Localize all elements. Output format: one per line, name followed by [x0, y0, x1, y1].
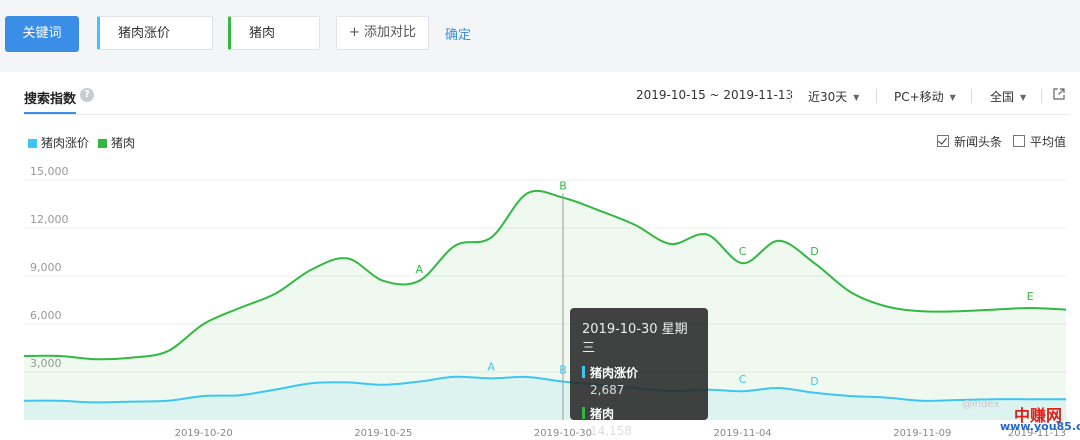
annotation-label: D [810, 375, 818, 388]
chart-tooltip: 2019-10-30 星期三 猪肉涨价 2,687 猪肉 14,158 [570, 308, 708, 438]
search-index-chart[interactable]: 3,0006,0009,00012,00015,000 ABCDEABCD 20… [0, 72, 1080, 440]
x-tick-label: 2019-11-09 [893, 428, 951, 439]
tooltip-swatch [582, 366, 585, 378]
x-tick-label: 2019-10-25 [354, 428, 412, 439]
tooltip-date: 2019-10-30 星期三 [582, 322, 688, 356]
annotation-label: A [415, 263, 423, 276]
index-watermark: @index [962, 399, 1000, 410]
tooltip-swatch [582, 407, 585, 419]
add-compare-button[interactable]: + 添加对比 [336, 16, 429, 50]
tooltip-series-value: 2,687 [590, 383, 625, 397]
site-url-watermark: www.you85.com [1000, 420, 1080, 433]
confirm-link[interactable]: 确定 [445, 24, 471, 43]
annotation-label: D [810, 245, 818, 258]
annotation-label: C [739, 373, 747, 386]
keyword-chip-1[interactable]: 猪肉涨价 [97, 16, 213, 50]
annotation-label: C [739, 245, 747, 258]
tooltip-row: 猪肉 14,158 [582, 403, 696, 438]
keyword-chip-2[interactable]: 猪肉 [228, 16, 320, 50]
tooltip-row: 猪肉涨价 2,687 [582, 362, 696, 397]
annotation-label: E [1027, 290, 1034, 303]
keyword-button[interactable]: 关键词 [5, 16, 79, 52]
tooltip-series-name: 猪肉涨价 [590, 366, 639, 380]
annotation-label: B [559, 364, 567, 377]
x-tick-label: 2019-11-04 [714, 428, 772, 439]
annotation-label: B [559, 180, 567, 193]
tooltip-series-name: 猪肉 [590, 407, 615, 421]
y-tick-label: 9,000 [30, 261, 62, 274]
y-tick-label: 12,000 [30, 213, 69, 226]
y-tick-label: 6,000 [30, 309, 62, 322]
keyword-toolbar: 关键词 猪肉涨价 猪肉 + 添加对比 确定 [0, 0, 1080, 70]
y-tick-label: 15,000 [30, 165, 69, 178]
tooltip-series-value: 14,158 [590, 424, 632, 438]
x-tick-label: 2019-10-20 [175, 428, 233, 439]
annotation-label: A [487, 360, 495, 373]
